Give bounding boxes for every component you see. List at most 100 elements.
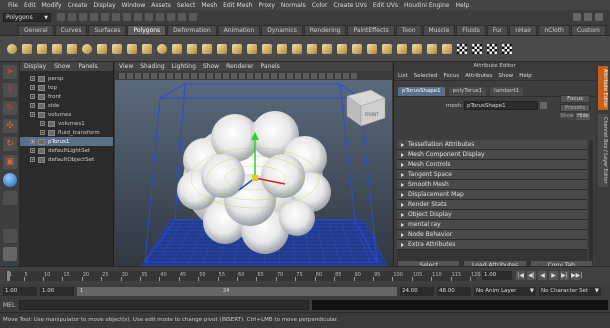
tab-deformation[interactable]: Deformation xyxy=(167,25,217,35)
shelf-combine-icon[interactable] xyxy=(186,42,198,56)
outliner-item[interactable]: + persp xyxy=(20,74,113,83)
menu-color[interactable]: Color xyxy=(312,2,328,9)
attr-menu-focus[interactable]: Focus xyxy=(443,73,459,79)
tab-painteffects[interactable]: PaintEffects xyxy=(347,25,395,35)
section-mental-ray[interactable]: mental ray xyxy=(397,220,587,230)
menu-proxy[interactable]: Proxy xyxy=(258,2,274,9)
attr-tab-polytorus1[interactable]: polyTorus1 xyxy=(448,87,487,96)
viewport-tool-icon[interactable] xyxy=(119,72,125,79)
shelf-cone-icon[interactable] xyxy=(51,42,63,56)
viewport-menu-view[interactable]: View xyxy=(119,63,133,70)
menu-modify[interactable]: Modify xyxy=(42,2,62,9)
focus-button[interactable]: Focus xyxy=(560,95,590,103)
section-extra-attributes[interactable]: Extra Attributes xyxy=(397,240,587,250)
new-scene-icon[interactable] xyxy=(57,13,65,21)
panel-toggle-icon[interactable] xyxy=(584,13,592,21)
lasso-tool-icon[interactable]: ⌇ xyxy=(3,83,17,97)
current-time-indicator[interactable] xyxy=(7,271,10,281)
viewport-tool-icon[interactable] xyxy=(343,72,349,79)
viewport-tool-icon[interactable] xyxy=(199,72,205,79)
expand-icon[interactable]: + xyxy=(30,94,35,99)
section-node-behavior[interactable]: Node Behavior xyxy=(397,230,587,240)
viewport-menu-panels[interactable]: Panels xyxy=(260,63,279,70)
shelf-split-icon[interactable] xyxy=(351,42,363,56)
outliner-item[interactable]: + fluid_transform xyxy=(20,128,113,137)
shelf-cylinder-icon[interactable] xyxy=(36,42,48,56)
expand-icon[interactable]: + xyxy=(30,76,35,81)
shelf-torus-icon[interactable] xyxy=(81,42,93,56)
viewport-tool-icon[interactable] xyxy=(319,72,325,79)
shelf-pyramid-icon[interactable] xyxy=(111,42,123,56)
shelf-prism-icon[interactable] xyxy=(96,42,108,56)
time-slider-track[interactable]: 1 5 10 15 20 25 30 35 40 45 50 55 60 65 70 75 80 85 90 95 10… xyxy=(6,271,481,281)
scene-view[interactable]: FRONT xyxy=(115,80,392,296)
outliner-menu-show[interactable]: Show xyxy=(54,63,70,70)
ipr-icon[interactable] xyxy=(178,13,186,21)
viewport-tool-icon[interactable] xyxy=(351,72,357,79)
range-bar[interactable]: 1 24 xyxy=(77,286,397,296)
viewport-tool-icon[interactable] xyxy=(143,72,149,79)
go-to-start-icon[interactable]: |◀ xyxy=(516,271,525,280)
shelf-soccer-icon[interactable] xyxy=(156,42,168,56)
attr-tab-ptorusshape1[interactable]: pTorusShape1 xyxy=(398,87,445,96)
expand-icon[interactable]: + xyxy=(40,121,45,126)
paint-select-tool-icon[interactable]: ✎ xyxy=(3,101,17,115)
outliner-item[interactable]: + pTorus1 xyxy=(20,137,113,146)
render-settings-icon[interactable] xyxy=(189,13,197,21)
shelf-append-icon[interactable] xyxy=(336,42,348,56)
select-object-icon[interactable] xyxy=(101,13,109,21)
play-forward-icon[interactable]: ▶ xyxy=(549,271,558,280)
viewport-tool-icon[interactable] xyxy=(263,72,269,79)
select-tool-icon[interactable]: ➤ xyxy=(3,65,17,79)
expand-icon[interactable]: + xyxy=(30,139,35,144)
shelf-boolean-union-icon[interactable] xyxy=(231,42,243,56)
expand-icon[interactable]: + xyxy=(30,112,35,117)
attr-tab-lambert1[interactable]: lambert1 xyxy=(490,87,524,96)
move-tool-icon[interactable]: ✣ xyxy=(3,119,17,133)
render-icon[interactable] xyxy=(167,13,175,21)
menu-set-dropdown[interactable]: Polygons ▼ xyxy=(3,12,51,22)
step-back-icon[interactable]: ◀| xyxy=(527,271,536,280)
menu-create-uvs[interactable]: Create UVs xyxy=(333,2,366,9)
rotate-tool-icon[interactable]: ↻ xyxy=(3,137,17,151)
menu-help[interactable]: Help xyxy=(455,2,469,9)
side-tab-channel-box[interactable]: Channel Box / Layer Editor xyxy=(598,114,608,188)
character-set-dropdown[interactable]: No Character Set ▼ xyxy=(539,286,601,296)
menu-create[interactable]: Create xyxy=(68,2,88,9)
anim-layer-dropdown[interactable]: No Anim Layer ▼ xyxy=(474,286,536,296)
end-time-field[interactable]: 48.00 xyxy=(437,286,471,296)
section-smooth-mesh[interactable]: Smooth Mesh xyxy=(397,180,587,190)
viewport-menu-renderer[interactable]: Renderer xyxy=(226,63,253,70)
viewport-tool-icon[interactable] xyxy=(207,72,213,79)
outliner-menu-panels[interactable]: Panels xyxy=(78,63,97,70)
shelf-plane-icon[interactable] xyxy=(66,42,78,56)
outliner-item[interactable]: + defaultObjectSet xyxy=(20,155,113,164)
tab-curves[interactable]: Curves xyxy=(54,25,88,35)
viewport-tool-icon[interactable] xyxy=(287,72,293,79)
menu-window[interactable]: Window xyxy=(122,2,146,9)
go-to-end-icon[interactable]: ▶▶| xyxy=(571,271,582,280)
viewport-tool-icon[interactable] xyxy=(335,72,341,79)
viewport-tool-icon[interactable] xyxy=(239,72,245,79)
shelf-bridge-icon[interactable] xyxy=(321,42,333,56)
shelf-cube-icon[interactable] xyxy=(21,42,33,56)
expand-icon[interactable]: + xyxy=(30,157,35,162)
viewport-tool-icon[interactable] xyxy=(135,72,141,79)
shelf-checker-4-icon[interactable] xyxy=(501,42,513,56)
menu-edit-mesh[interactable]: Edit Mesh xyxy=(223,2,252,9)
shelf-collapse-icon[interactable] xyxy=(441,42,453,56)
shelf-checker-1-icon[interactable] xyxy=(456,42,468,56)
layout-four-icon[interactable] xyxy=(3,247,17,261)
go-to-input-icon[interactable] xyxy=(540,102,547,109)
menu-normals[interactable]: Normals xyxy=(281,2,306,9)
tab-custom[interactable]: Custom xyxy=(570,25,606,35)
shelf-offset-loop-icon[interactable] xyxy=(381,42,393,56)
section-mesh-component-display[interactable]: Mesh Component Display xyxy=(397,150,587,160)
mel-input[interactable] xyxy=(19,300,309,310)
shelf-checker-2-icon[interactable] xyxy=(471,42,483,56)
menu-houdini-engine[interactable]: Houdini Engine xyxy=(404,2,449,9)
tab-nhair[interactable]: nHair xyxy=(509,25,538,35)
section-tangent-space[interactable]: Tangent Space xyxy=(397,170,587,180)
layout-single-icon[interactable] xyxy=(3,229,17,243)
expand-icon[interactable]: + xyxy=(30,148,35,153)
